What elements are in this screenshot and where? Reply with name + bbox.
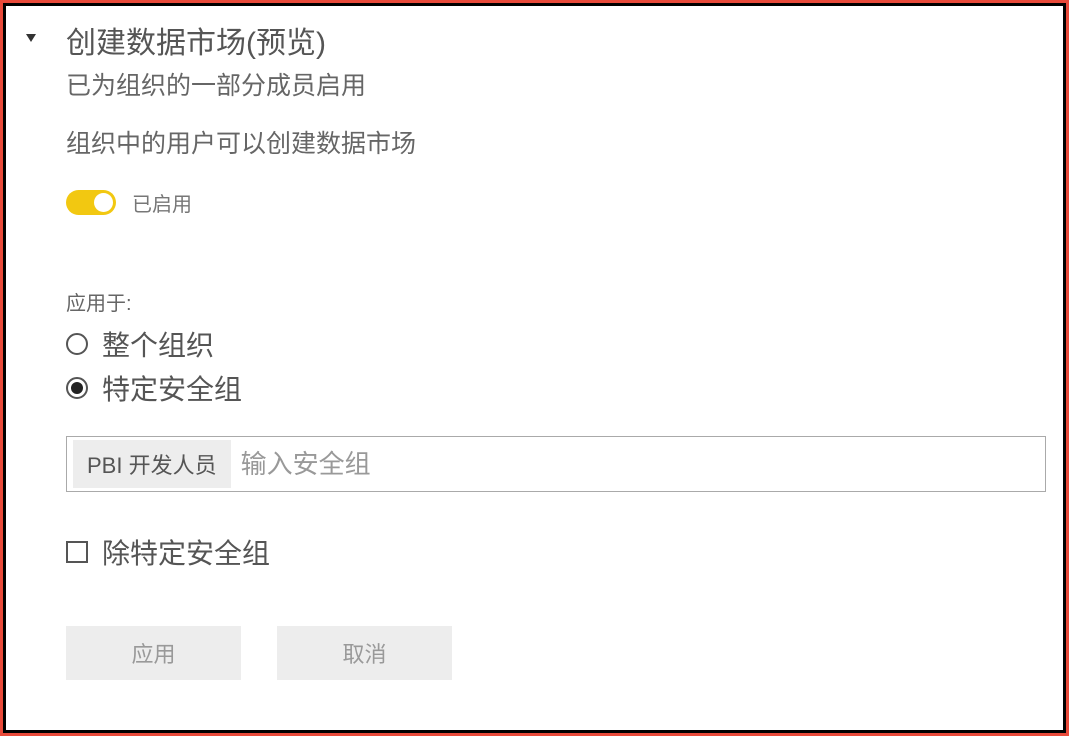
setting-subtitle: 已为组织的一部分成员启用 — [66, 66, 1033, 102]
enable-toggle[interactable] — [66, 190, 116, 215]
except-groups-label: 除特定安全组 — [102, 532, 270, 572]
apply-button[interactable]: 应用 — [66, 626, 241, 680]
radio-entire-org[interactable]: 整个组织 — [66, 324, 1033, 364]
security-group-chip[interactable]: PBI 开发人员 — [73, 440, 231, 488]
setting-title: 创建数据市场(预览) — [66, 26, 1033, 62]
radio-specific-groups[interactable]: 特定安全组 — [66, 368, 1033, 408]
setting-description: 组织中的用户可以创建数据市场 — [66, 124, 1033, 160]
radio-circle-icon — [66, 333, 88, 355]
radio-circle-icon — [66, 377, 88, 399]
radio-label-specific-groups: 特定安全组 — [102, 368, 242, 408]
except-groups-checkbox-row[interactable]: 除特定安全组 — [66, 532, 1033, 572]
radio-label-entire-org: 整个组织 — [102, 324, 214, 364]
toggle-label: 已启用 — [132, 188, 192, 217]
security-group-input-container[interactable]: PBI 开发人员 — [66, 436, 1046, 492]
applies-to-label: 应用于: — [66, 287, 1033, 316]
security-group-input[interactable] — [241, 449, 1039, 480]
checkbox-icon — [66, 541, 88, 563]
toggle-knob — [94, 193, 113, 212]
applies-to-radio-group: 整个组织 特定安全组 — [66, 324, 1033, 408]
radio-dot-icon — [71, 382, 83, 394]
collapse-triangle-icon[interactable] — [26, 34, 36, 42]
cancel-button[interactable]: 取消 — [277, 626, 452, 680]
